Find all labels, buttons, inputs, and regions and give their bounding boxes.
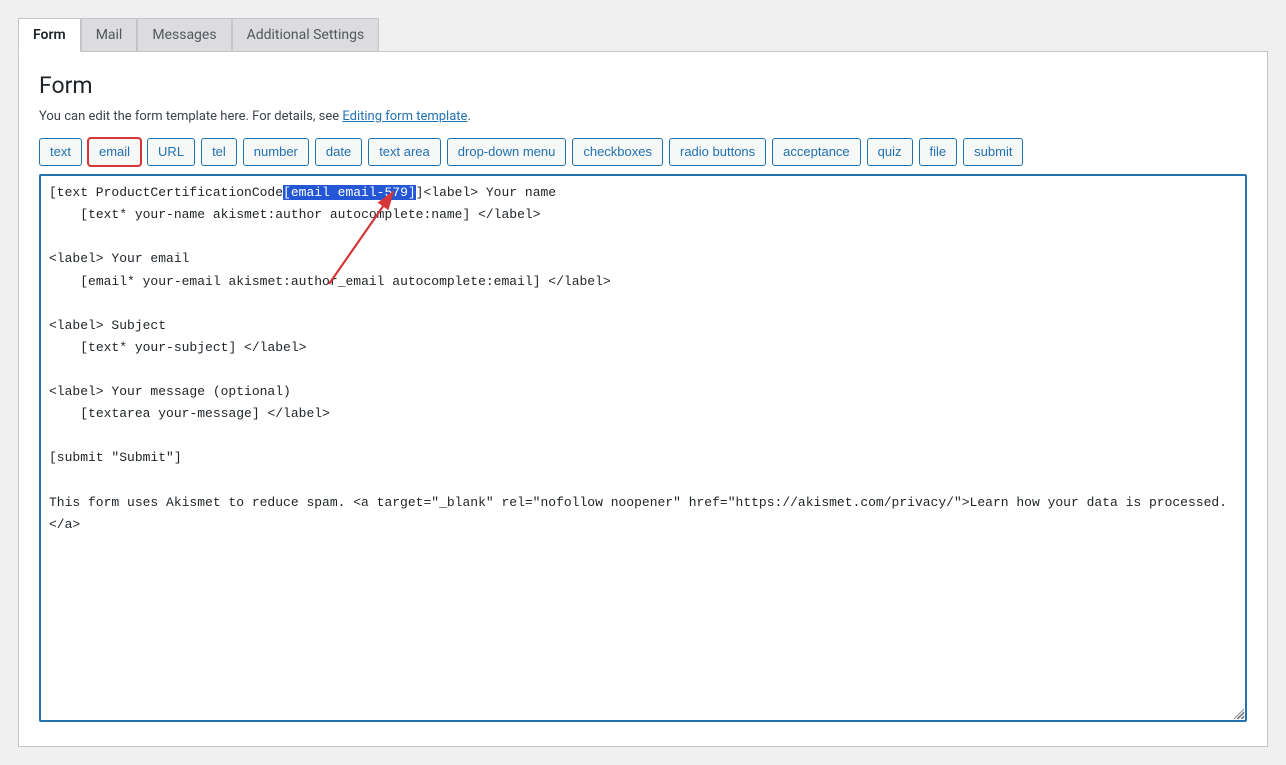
- tag-textarea-button[interactable]: text area: [368, 138, 441, 166]
- tag-tel-button[interactable]: tel: [201, 138, 237, 166]
- tab-bar: Form Mail Messages Additional Settings: [18, 18, 1268, 52]
- tag-submit-button[interactable]: submit: [963, 138, 1023, 166]
- tag-button-row: text email URL tel number date text area…: [39, 138, 1247, 166]
- tab-additional-settings[interactable]: Additional Settings: [232, 18, 380, 51]
- tab-mail[interactable]: Mail: [81, 18, 138, 51]
- section-title: Form: [39, 72, 1247, 99]
- tag-text-button[interactable]: text: [39, 138, 82, 166]
- intro-link[interactable]: Editing form template: [342, 109, 467, 124]
- tag-dropdown-button[interactable]: drop-down menu: [447, 138, 567, 166]
- tag-radio-button[interactable]: radio buttons: [669, 138, 766, 166]
- tag-quiz-button[interactable]: quiz: [867, 138, 913, 166]
- editor-wrap: [text ProductCertificationCode[email ema…: [39, 174, 1247, 722]
- intro-text: You can edit the form template here. For…: [39, 109, 1247, 124]
- tab-messages[interactable]: Messages: [137, 18, 231, 51]
- tag-checkboxes-button[interactable]: checkboxes: [572, 138, 663, 166]
- intro-prefix: You can edit the form template here. For…: [39, 109, 342, 124]
- selected-text: [email email-579]: [283, 185, 416, 200]
- tab-form[interactable]: Form: [18, 18, 81, 52]
- form-template-editor[interactable]: [text ProductCertificationCode[email ema…: [39, 174, 1247, 722]
- tag-url-button[interactable]: URL: [147, 138, 195, 166]
- tag-number-button[interactable]: number: [243, 138, 309, 166]
- tag-file-button[interactable]: file: [919, 138, 958, 166]
- intro-suffix: .: [467, 109, 470, 124]
- form-panel: Form You can edit the form template here…: [18, 52, 1268, 747]
- tag-date-button[interactable]: date: [315, 138, 362, 166]
- tag-email-button[interactable]: email: [88, 138, 141, 166]
- tag-acceptance-button[interactable]: acceptance: [772, 138, 861, 166]
